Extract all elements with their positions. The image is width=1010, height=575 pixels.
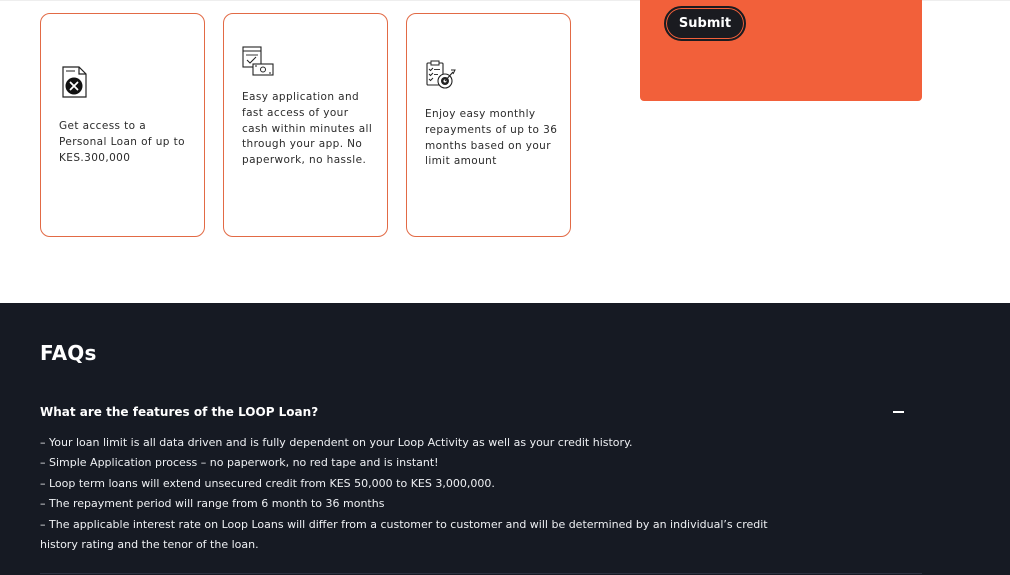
benefits-section: Get access to a Personal Loan of up to K…	[0, 0, 1010, 303]
faq-question: What are the features of the LOOP Loan?	[40, 405, 319, 419]
faq-section: FAQs What are the features of the LOOP L…	[0, 303, 1010, 575]
answer-line: – Your loan limit is all data driven and…	[40, 436, 633, 449]
submit-button[interactable]: Submit	[664, 6, 746, 41]
answer-line: – Simple Application process – no paperw…	[40, 456, 439, 470]
benefit-text: Easy application and fast access of your…	[242, 91, 373, 167]
answer-line: – The applicable interest rate on Loop L…	[40, 517, 768, 531]
benefit-card-easy-application: Easy application and fast access of your…	[223, 13, 388, 237]
answer-line: history rating and the tenor of the loan…	[40, 538, 259, 552]
app-cash-icon	[242, 46, 274, 78]
faq-answer: – Your loan limit is all data driven and…	[40, 433, 840, 555]
benefit-card-loan-amount: Get access to a Personal Loan of up to K…	[40, 13, 205, 237]
benefit-text: Enjoy easy monthly repayments of up to 3…	[425, 108, 558, 168]
application-form-panel: Submit	[640, 0, 922, 101]
benefit-text: Get access to a Personal Loan of up to K…	[59, 120, 185, 164]
answer-line: – The repayment period will range from 6…	[40, 497, 385, 511]
faq-title: FAQs	[40, 341, 97, 365]
checklist-target-icon	[425, 60, 457, 92]
faq-divider	[40, 573, 922, 574]
benefit-card-repayments: Enjoy easy monthly repayments of up to 3…	[406, 13, 571, 237]
minus-icon[interactable]	[893, 411, 904, 413]
document-x-icon	[59, 66, 91, 98]
faq-question-toggle[interactable]: What are the features of the LOOP Loan?	[40, 403, 904, 423]
answer-line: – Loop term loans will extend unsecured …	[40, 476, 495, 490]
